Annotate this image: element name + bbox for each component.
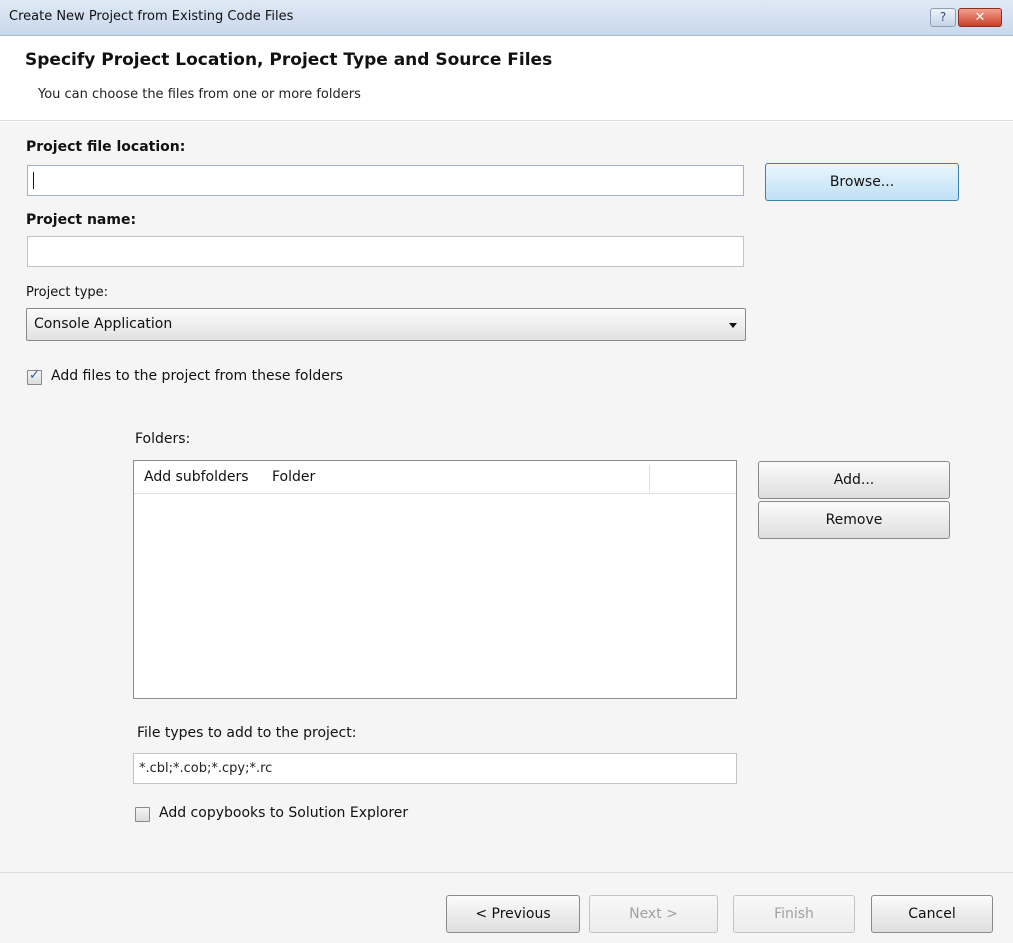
check-icon: ✓ [29,368,40,383]
chevron-down-icon [729,323,737,328]
add-folder-button[interactable]: Add... [758,461,950,499]
page-title: Specify Project Location, Project Type a… [25,50,553,70]
file-types-label: File types to add to the project: [137,725,357,741]
project-file-location-input[interactable] [27,165,744,196]
wizard-body: Project file location: Browse... Project… [0,122,1013,943]
browse-button[interactable]: Browse... [765,163,959,201]
column-header-add-subfolders[interactable]: Add subfolders [134,461,259,494]
page-subtitle: You can choose the files from one or mor… [38,87,361,102]
project-name-input[interactable] [27,236,744,267]
previous-button[interactable]: < Previous [446,895,580,933]
title-bar: Create New Project from Existing Code Fi… [0,0,1013,36]
folders-label: Folders: [135,431,191,447]
project-type-value: Console Application [34,316,173,332]
footer-divider [0,872,1013,873]
column-header-folder[interactable]: Folder [262,461,650,494]
help-icon: ? [939,10,947,24]
project-file-location-label: Project file location: [26,139,186,155]
copybooks-checkbox[interactable] [135,807,150,822]
finish-button[interactable]: Finish [733,895,855,933]
copybooks-checkbox-label[interactable]: Add copybooks to Solution Explorer [159,805,408,821]
project-name-label: Project name: [26,212,137,228]
folders-list[interactable]: Add subfolders Folder [133,460,737,699]
column-divider[interactable] [649,465,650,492]
folders-list-header: Add subfolders Folder [134,461,736,494]
window-title: Create New Project from Existing Code Fi… [9,9,294,24]
cancel-button[interactable]: Cancel [871,895,993,933]
close-button[interactable]: ✕ [958,8,1002,27]
wizard-header: Specify Project Location, Project Type a… [0,37,1013,121]
add-files-checkbox[interactable]: ✓ [27,368,42,385]
help-button[interactable]: ? [930,8,956,27]
project-type-select[interactable]: Console Application [26,308,746,341]
next-button[interactable]: Next > [589,895,718,933]
close-icon: ✕ [974,10,986,25]
add-files-checkbox-label[interactable]: Add files to the project from these fold… [51,368,343,384]
project-type-label: Project type: [26,285,109,300]
text-caret [33,172,34,189]
file-types-input[interactable] [133,753,737,784]
remove-folder-button[interactable]: Remove [758,501,950,539]
